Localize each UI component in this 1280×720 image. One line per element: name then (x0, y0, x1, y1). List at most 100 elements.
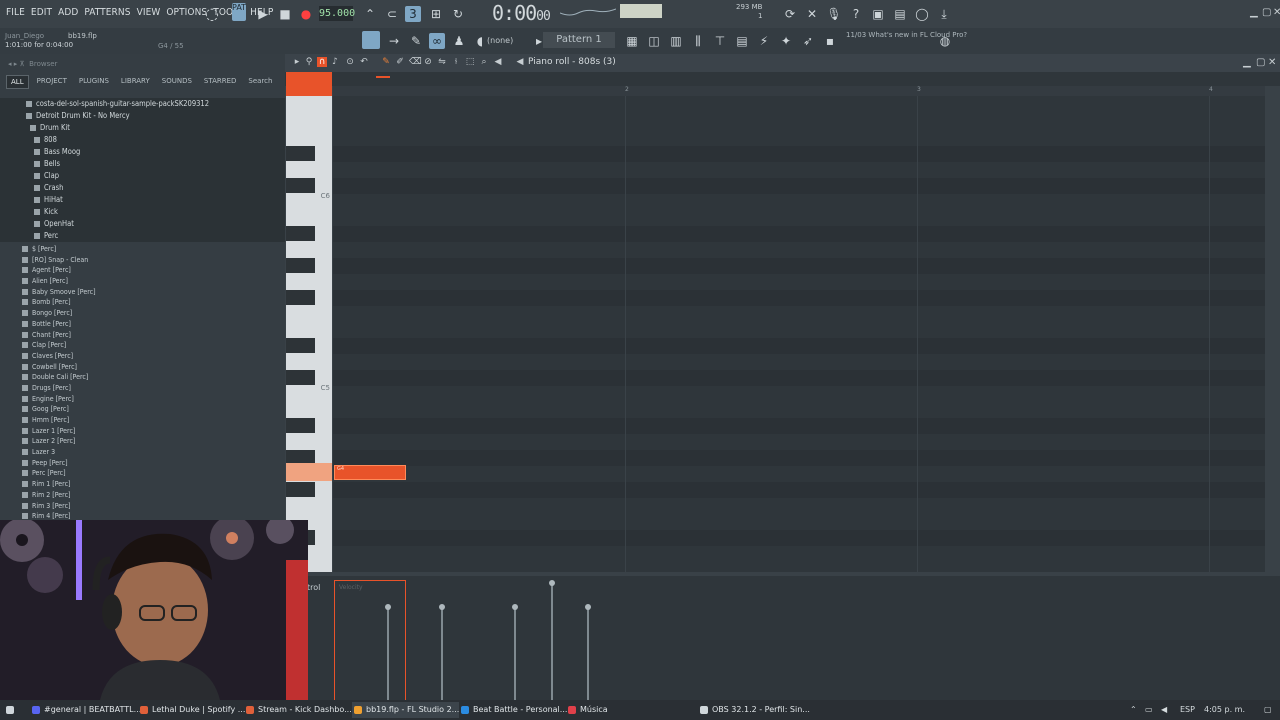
tree-folder[interactable]: 808 (0, 134, 285, 146)
menu-edit[interactable]: EDIT (31, 7, 52, 18)
browser-file-item[interactable]: Drugs [Perc] (22, 383, 285, 394)
slice-tool-icon[interactable]: ⫮ (451, 57, 461, 67)
play-icon[interactable]: ▶ (255, 6, 271, 22)
wait-icon[interactable]: ⊂ (384, 6, 400, 22)
channel-rack-icon[interactable]: ▥ (668, 33, 684, 49)
windows-start-icon[interactable] (4, 702, 24, 718)
menu-options[interactable]: OPTIONS (166, 7, 207, 18)
browser-file-item[interactable]: Rim 1 [Perc] (22, 479, 285, 490)
browser-file-item[interactable]: Hmm [Perc] (22, 415, 285, 426)
globe-icon[interactable]: ◍ (937, 33, 953, 49)
speaker-icon[interactable]: ◀ (515, 57, 525, 67)
close-icon[interactable]: ✕ (1273, 7, 1280, 18)
pr-minimize-icon[interactable]: ▁ (1243, 57, 1251, 68)
browser-arrows-icon[interactable]: ◂ ▸ ⊼ (8, 60, 29, 68)
control-label[interactable]: trol (307, 583, 320, 592)
browser-file-item[interactable]: Engine [Perc] (22, 394, 285, 405)
tree-folder[interactable]: Drum Kit (0, 122, 285, 134)
piano-roll-icon[interactable]: ◫ (646, 33, 662, 49)
mute-tool-icon[interactable]: ⊘ (423, 57, 433, 67)
tree-folder[interactable]: Bells (0, 158, 285, 170)
black-key[interactable] (286, 146, 315, 161)
menu-view[interactable]: VIEW (137, 7, 161, 18)
browser-file-item[interactable]: Lazer 2 [Perc] (22, 436, 285, 447)
taskbar-app-discord[interactable]: #general | BEATBATTL... (30, 702, 141, 718)
mixer-view-icon[interactable]: ⫼ (690, 33, 706, 49)
browser-file-item[interactable]: Goog [Perc] (22, 404, 285, 415)
minimize-icon[interactable]: ▁ (1250, 7, 1258, 18)
tools-icon[interactable]: ✦ (778, 33, 794, 49)
loop-icon[interactable]: ◌ (204, 6, 220, 22)
undo-icon[interactable]: ↶ (359, 57, 369, 67)
taskbar-app-fl-studio[interactable]: bb19.flp - FL Studio 2... (352, 702, 460, 718)
velocity-stem[interactable] (549, 580, 555, 700)
language-indicator[interactable]: ESP (1180, 705, 1195, 714)
countdown-icon[interactable]: 3 (405, 6, 421, 22)
snap-selector[interactable]: (none) (487, 36, 513, 45)
black-key[interactable] (286, 338, 315, 353)
black-key[interactable] (286, 482, 315, 497)
browser-file-item[interactable]: Peep [Perc] (22, 458, 285, 469)
browser-file-item[interactable]: Lazer 3 (22, 447, 285, 458)
black-key[interactable] (286, 418, 315, 433)
record-tool-icon[interactable]: ⊙ (345, 57, 355, 67)
tree-folder[interactable]: HiHat (0, 194, 285, 206)
mixer-icon[interactable]: ▤ (892, 6, 908, 22)
tree-folder[interactable]: Bass Moog (0, 146, 285, 158)
playback-tool-icon[interactable]: ◀ (493, 57, 503, 67)
browser-file-item[interactable]: Bottle [Perc] (22, 319, 285, 330)
browser-file-item[interactable]: Baby Smoove [Perc] (22, 287, 285, 298)
pattern-selector[interactable]: Pattern 1 (543, 32, 615, 48)
tree-folder[interactable]: Detroit Drum Kit - No Mercy (0, 110, 285, 122)
browser-file-item[interactable]: Chant [Perc] (22, 330, 285, 341)
velocity-stem[interactable] (385, 604, 391, 700)
step-edit-icon[interactable]: ⊞ (428, 6, 444, 22)
browser-file-item[interactable]: Alien [Perc] (22, 276, 285, 287)
browser-file-item[interactable]: $ [Perc] (22, 244, 285, 255)
cart-icon[interactable]: ▪ (822, 33, 838, 49)
browser-file-item[interactable]: Claves [Perc] (22, 351, 285, 362)
tempo-display[interactable]: 95.000 (319, 6, 355, 21)
browser-file-item[interactable]: Double Cali [Perc] (22, 372, 285, 383)
browser-file-item[interactable]: Perc [Perc] (22, 468, 285, 479)
browser-file-item[interactable]: [RO] Snap - Clean (22, 255, 285, 266)
event-control-panel[interactable] (285, 576, 1280, 700)
magnet-tool-icon[interactable]: ⚲ (304, 57, 314, 67)
select-tool-icon[interactable]: ⬚ (465, 57, 475, 67)
browser-file-item[interactable]: Bomb [Perc] (22, 297, 285, 308)
tree-folder[interactable]: Crash (0, 182, 285, 194)
arrow-right-icon[interactable]: → (386, 33, 402, 49)
tab-project[interactable]: PROJECT (33, 75, 71, 89)
black-key[interactable] (286, 258, 315, 273)
slip-tool-icon[interactable]: ⇋ (437, 57, 447, 67)
help-icon[interactable]: ? (848, 6, 864, 22)
loop-marker[interactable] (376, 76, 390, 78)
save-icon[interactable]: ▣ (870, 6, 886, 22)
pr-close-icon[interactable]: ✕ (1268, 57, 1276, 68)
network-icon[interactable]: ▭ (1145, 705, 1153, 714)
volume-icon[interactable]: ◀ (1161, 705, 1167, 714)
piano-roll-view-icon[interactable] (362, 31, 380, 49)
tree-folder[interactable]: Perc (0, 230, 285, 242)
tree-folder[interactable]: Clap (0, 170, 285, 182)
browser-file-item[interactable]: Cowbell [Perc] (22, 362, 285, 373)
taskbar-app-spotify-brave[interactable]: Lethal Duke | Spotify ... (138, 702, 245, 718)
black-key[interactable] (286, 370, 315, 385)
time-marker-strip[interactable] (285, 72, 1280, 86)
browser-file-item[interactable]: Rim 2 [Perc] (22, 490, 285, 501)
stop-icon[interactable]: ■ (277, 6, 293, 22)
link-icon[interactable]: ∞ (429, 33, 445, 49)
menu-arrow-icon[interactable]: ▸ (292, 57, 302, 67)
zoom-tool-icon[interactable]: ⌕ (479, 57, 489, 67)
highlighted-key[interactable] (286, 463, 332, 481)
note-grid[interactable] (333, 96, 1265, 572)
tab-search[interactable]: Search (244, 75, 276, 89)
browser-file-item[interactable]: Rim 4 [Perc] (22, 511, 285, 520)
brush-icon[interactable]: ➶ (800, 33, 816, 49)
loop-record-icon[interactable]: ↻ (450, 6, 466, 22)
black-key[interactable] (286, 290, 315, 305)
delete-tool-icon[interactable]: ⌫ (409, 57, 422, 67)
plugin-icon[interactable]: ⚡ (756, 33, 772, 49)
refresh-icon[interactable]: ⟳ (782, 6, 798, 22)
pat-song-toggle[interactable]: PAT (232, 3, 246, 21)
